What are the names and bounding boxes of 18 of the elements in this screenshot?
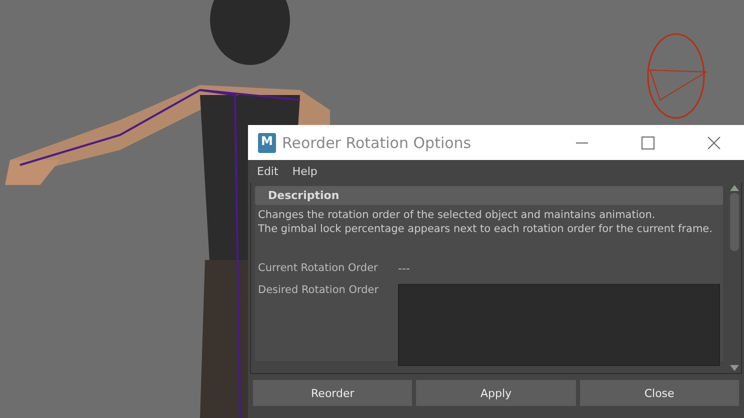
- field-value: ---: [398, 262, 410, 275]
- menu-item[interactable]: Edit: [257, 165, 278, 178]
- description-text: The gimbal lock percentage appears next to each rotation order for the current frame.: [258, 222, 714, 236]
- window-title: Reorder Rotation Options: [282, 134, 472, 152]
- scroll-thumb[interactable]: [730, 193, 738, 251]
- field-label: Desired Rotation Order: [258, 284, 380, 296]
- maximize-icon[interactable]: [641, 136, 655, 150]
- scroll-down-icon[interactable]: [730, 365, 738, 371]
- scroll-up-icon[interactable]: [730, 185, 738, 191]
- menu-item[interactable]: Help: [292, 165, 318, 178]
- section-header[interactable]: Description: [255, 186, 723, 205]
- dialog-button[interactable]: Close: [580, 380, 739, 406]
- close-icon[interactable]: [707, 136, 721, 150]
- app-icon: M: [258, 132, 276, 152]
- dialog-button[interactable]: Apply: [416, 380, 576, 406]
- dialog-button[interactable]: Reorder: [253, 380, 412, 406]
- field-label: Current Rotation Order: [258, 262, 379, 274]
- description-text: Changes the rotation order of the selected object and maintains animation.: [258, 208, 656, 222]
